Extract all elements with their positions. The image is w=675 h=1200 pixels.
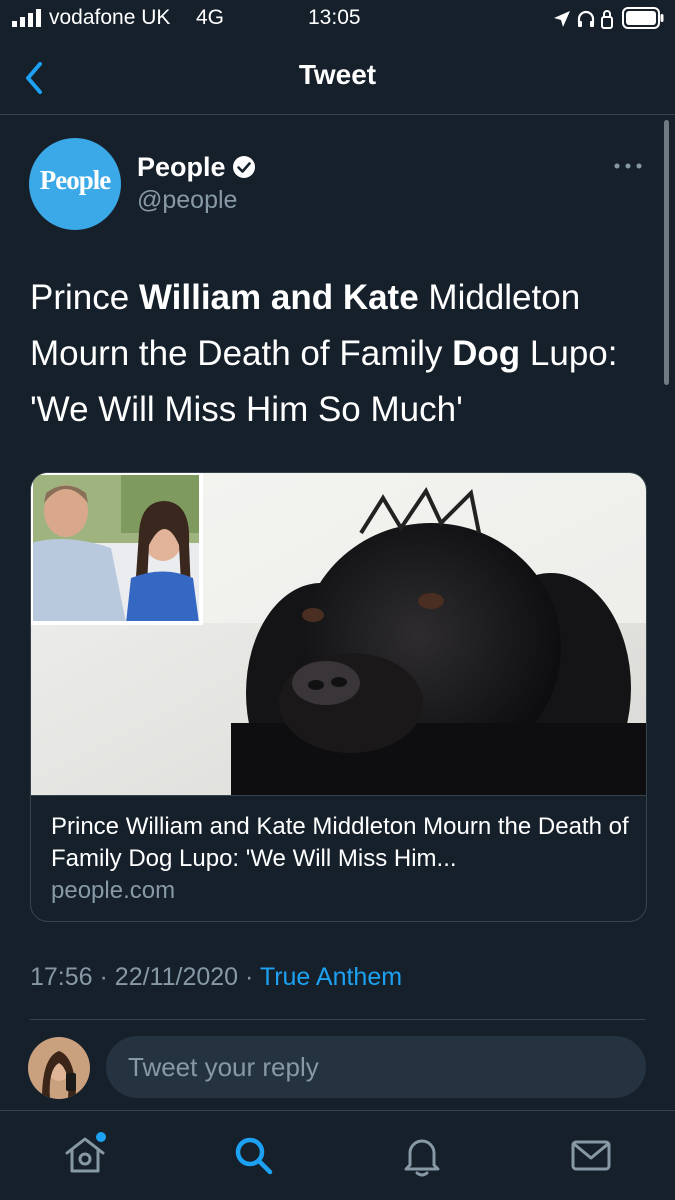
nav-bar: Tweet — [0, 40, 675, 115]
location-icon — [554, 11, 570, 27]
tweet-detail-screen: vodafone UK 4G 13:05 Tweet People People… — [0, 0, 675, 1200]
author-name[interactable]: People — [137, 152, 226, 183]
tweet-meta: 17:56 · 22/11/2020 · True Anthem — [30, 963, 402, 992]
verified-badge-icon — [233, 156, 255, 178]
tweet-text: Prince William and Kate Middleton Mourn … — [30, 270, 650, 438]
people-logo: People — [39, 165, 111, 195]
tweet-time: 17:56 — [30, 963, 93, 991]
more-options-icon[interactable] — [612, 158, 644, 174]
user-avatar[interactable] — [28, 1037, 90, 1099]
battery-icon — [622, 7, 664, 29]
rotation-lock-icon — [601, 10, 613, 29]
search-icon[interactable] — [229, 1131, 277, 1179]
meta-separator: · — [99, 963, 108, 991]
status-time: 13:05 — [308, 6, 361, 29]
page-title: Tweet — [298, 59, 377, 90]
network-label: 4G — [196, 6, 225, 29]
tweet-date: 22/11/2020 — [114, 963, 239, 991]
link-preview-card[interactable]: Prince William and Kate Middleton Mourn … — [30, 472, 647, 922]
bell-icon[interactable] — [398, 1131, 446, 1179]
notification-dot — [96, 1132, 106, 1142]
card-image — [31, 473, 646, 796]
author-avatar[interactable]: People — [29, 138, 121, 230]
card-title: Prince William and Kate Middleton Mourn … — [51, 813, 629, 872]
reply-bar: Tweet your reply — [0, 1020, 675, 1120]
mail-icon[interactable] — [567, 1131, 615, 1179]
card-domain: people.com — [51, 877, 176, 904]
status-bar: vodafone UK 4G 13:05 — [0, 0, 675, 40]
tab-bar — [0, 1110, 675, 1200]
tweet-text-segment-bold: William and Kate — [138, 278, 419, 317]
reply-placeholder: Tweet your reply — [128, 1052, 319, 1082]
scrollbar[interactable] — [664, 120, 669, 385]
meta-separator: · — [245, 963, 254, 991]
signal-icon — [12, 9, 41, 27]
author-handle[interactable]: @people — [137, 186, 237, 215]
home-icon[interactable] — [61, 1131, 109, 1179]
carrier-label: vodafone UK — [49, 6, 171, 29]
tweet-text-segment-bold: Dog — [452, 334, 521, 373]
headphones-icon — [577, 10, 595, 27]
tweet-source-app[interactable]: True Anthem — [260, 963, 402, 991]
reply-input[interactable]: Tweet your reply — [106, 1036, 646, 1098]
tweet-text-segment: Prince — [30, 278, 139, 317]
